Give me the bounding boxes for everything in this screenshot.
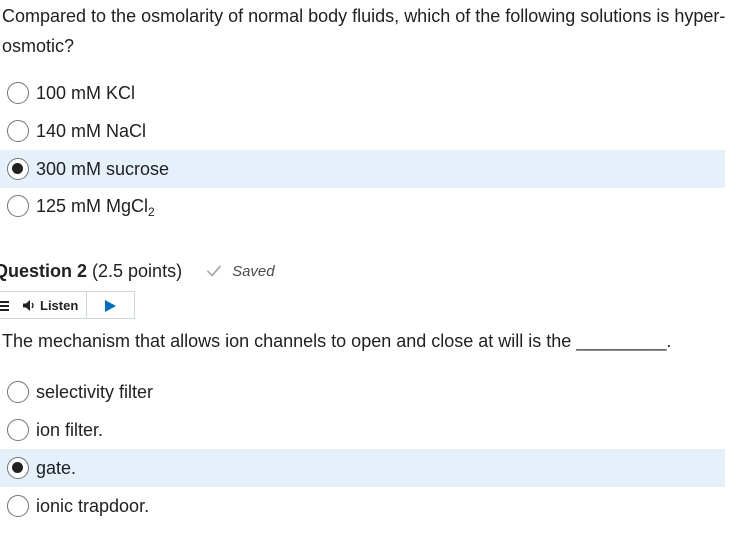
option-label: 125 mM MgCl2 (36, 195, 155, 219)
menu-icon[interactable] (0, 299, 9, 311)
saved-label: Saved (232, 262, 275, 280)
option-label-subscript: 2 (148, 204, 155, 219)
readspeaker-toolbar: Listen (0, 291, 135, 319)
play-icon (105, 299, 117, 312)
radio-button[interactable] (7, 195, 29, 217)
q2-option-ion-filter[interactable]: ion filter. (0, 411, 725, 449)
listen-label: Listen (40, 297, 79, 313)
option-label: gate. (36, 457, 77, 478)
question-2-header: Question 2 (2.5 points) Saved (0, 258, 275, 284)
q2-option-selectivity-filter[interactable]: selectivity filter (0, 373, 725, 411)
listen-button[interactable]: Listen (22, 292, 88, 318)
q1-option-kcl[interactable]: 100 mM KCl (0, 74, 725, 112)
radio-button[interactable] (7, 419, 29, 441)
speaker-icon (22, 299, 36, 312)
q2-option-gate[interactable]: gate. (0, 449, 725, 487)
radio-button[interactable] (7, 120, 29, 142)
radio-button-selected[interactable] (7, 158, 29, 180)
q1-option-nacl[interactable]: 140 mM NaCl (0, 112, 725, 150)
q2-option-ionic-trapdoor[interactable]: ionic trapdoor. (0, 487, 725, 525)
checkmark-icon (206, 263, 222, 279)
option-label: 100 mM KCl (36, 82, 136, 103)
saved-status: Saved (206, 263, 275, 280)
question-2-stem: The mechanism that allows ion channels t… (2, 331, 572, 351)
q1-option-sucrose[interactable]: 300 mM sucrose (0, 150, 725, 188)
option-label: 300 mM sucrose (36, 158, 170, 179)
question-1-text: Compared to the osmolarity of normal bod… (2, 6, 726, 56)
radio-button-selected[interactable] (7, 457, 29, 479)
q1-option-mgcl2[interactable]: 125 mM MgCl2 (0, 187, 725, 225)
option-label: selectivity filter (36, 381, 154, 402)
question-2-points: (2.5 points) (92, 260, 183, 281)
question-2-blank: _________. (576, 331, 672, 351)
radio-button[interactable] (7, 82, 29, 104)
option-label: 140 mM NaCl (36, 120, 147, 141)
option-label-main: 125 mM MgCl (36, 195, 149, 216)
radio-button[interactable] (7, 381, 29, 403)
question-2-text: The mechanism that allows ion channels t… (2, 327, 736, 355)
question-2-title: Question 2 (0, 260, 88, 281)
radio-button[interactable] (7, 495, 29, 517)
option-label: ion filter. (36, 419, 104, 440)
option-label: ionic trapdoor. (36, 495, 150, 516)
play-button[interactable] (87, 292, 134, 318)
